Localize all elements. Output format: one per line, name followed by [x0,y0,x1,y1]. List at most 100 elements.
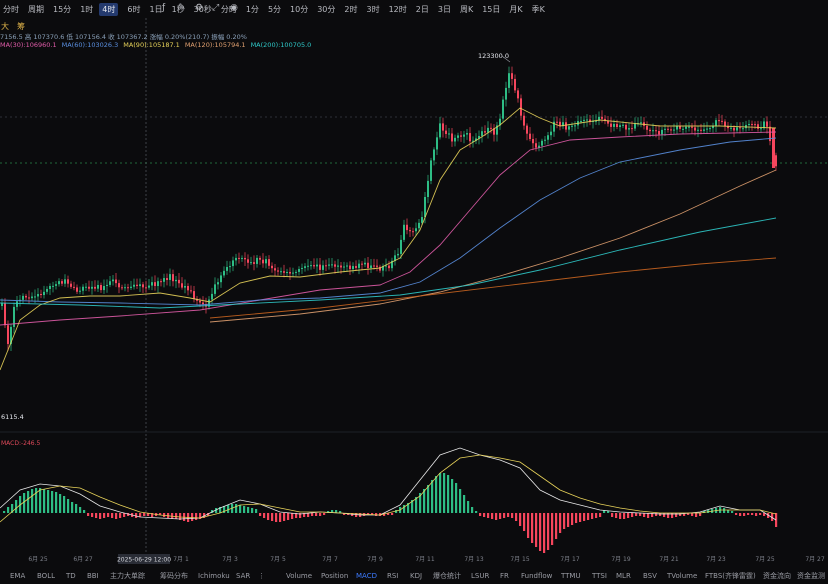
drawing-icon[interactable]: ✎ [178,3,186,13]
indicator-right-5[interactable]: 爆仓统计 [433,571,461,581]
x-tick-3: 7月 3 [222,556,238,563]
candle-body [403,224,405,240]
candle-body [217,282,219,285]
candle-body [469,133,471,142]
indicator-left-5[interactable]: 筹码分布 [160,571,188,581]
chart-canvas[interactable]: 123300.06115.4MACD:-246.56月 25 6月 27 7月 17… [0,0,828,584]
candle-body [367,262,369,268]
timeframe-19[interactable]: 周K [460,4,473,15]
indicator-left-6[interactable]: Ichimoku [198,572,230,580]
candle-body [700,129,702,131]
candle-body [601,116,603,119]
side-button-chips[interactable]: 筹 [17,21,25,32]
candle-body [640,122,642,124]
timeframe-5[interactable]: 6时 [127,4,140,15]
macd-bar [119,513,122,518]
candle-body [628,128,630,130]
timeframe-11[interactable]: 5分 [268,4,281,15]
timeframe-4[interactable]: 4时 [99,2,119,16]
indicator-right-4[interactable]: KDJ [410,572,422,580]
candle-body [505,87,507,100]
indicator-left-0[interactable]: EMA [10,572,25,580]
fullscreen-icon[interactable]: ⤢ [212,3,219,13]
timeframe-16[interactable]: 12时 [389,4,407,15]
macd-bar [583,513,586,521]
macd-bar [439,473,442,513]
x-tick-13: 7月 23 [706,556,726,563]
indicator-right-15[interactable]: 资金流向 [763,571,791,581]
timeframe-18[interactable]: 3日 [438,4,451,15]
macd-bar [555,513,558,539]
indicator-right-2[interactable]: MACD [356,572,377,580]
timeframe-22[interactable]: 季K [532,4,545,15]
indicator-right-13[interactable]: TVolume [667,572,697,580]
macd-bar [235,504,238,513]
candle-body [733,127,735,131]
indicator-right-7[interactable]: FR [500,572,509,580]
indicator-right-9[interactable]: TTMU [561,572,581,580]
timeframe-1[interactable]: 周期 [28,4,44,15]
candle-body [322,265,324,270]
indicator-left-3[interactable]: BBI [87,572,99,580]
candle-body [418,222,420,229]
candle-body [190,290,192,292]
timeframe-3[interactable]: 1时 [80,4,93,15]
candle-body [241,257,243,259]
candle-body [265,259,267,264]
timeframe-toolbar: 分时 周期 15分 1时 4时 6时 1日 1秒 30秒 分时 1分 5分 10分 30分 2时 3时 12时 2… [0,0,828,18]
candle-body [130,286,132,288]
candle-body [103,285,105,291]
indicator-right-6[interactable]: LSUR [471,572,489,580]
timeframe-17[interactable]: 2日 [416,4,429,15]
candle-body [43,291,45,296]
indicator-left-4[interactable]: 主力大单踪 [110,571,145,581]
candle-body [652,130,654,132]
macd-bar [47,490,50,513]
timeframe-10[interactable]: 1分 [246,4,259,15]
x-tick-1: 6月 27 [73,556,93,563]
side-button-big[interactable]: 大 [1,21,9,32]
timeframe-20[interactable]: 15日 [482,4,500,15]
indicator-right-10[interactable]: TTSI [592,572,607,580]
timeframe-21[interactable]: 月K [509,4,522,15]
camera-icon[interactable]: ◉ [230,3,238,13]
indicator-left-7[interactable]: SAR [236,572,250,580]
indicator-right-14[interactable]: FTBS(齐锋雷霆) [705,571,756,581]
candle-body [424,197,426,218]
timeframe-12[interactable]: 10分 [290,4,308,15]
macd-bar [99,513,102,519]
ma-legend-item-1: MA(60):103026.3 [61,41,119,49]
candle-body [436,137,438,150]
macd-bar [259,513,262,516]
timeframe-0[interactable]: 分时 [3,4,19,15]
candle-body [754,124,756,126]
indicator-right-3[interactable]: RSI [387,572,398,580]
macd-bar [291,513,294,519]
macd-bar [579,513,582,522]
timeframe-14[interactable]: 2时 [344,4,357,15]
candle-body [127,287,129,289]
timeframe-15[interactable]: 3时 [367,4,380,15]
macd-bar [103,513,106,518]
indicator-right-12[interactable]: BSV [643,572,657,580]
settings-icon[interactable]: ⚙ [195,3,203,13]
timeframe-6[interactable]: 1日 [149,4,162,15]
indicator-icon[interactable]: ƒ [162,3,165,13]
timeframe-13[interactable]: 30分 [317,4,335,15]
candle-body [517,90,519,99]
indicator-right-1[interactable]: Position [321,572,348,580]
indicator-right-8[interactable]: Fundflow [521,572,552,580]
candle-body [274,268,276,271]
macd-bar [495,513,498,520]
indicator-right-16[interactable]: 资金监测 [797,571,825,581]
macd-bar [587,513,590,520]
timeframe-2[interactable]: 15分 [53,4,71,15]
indicator-right-0[interactable]: Volume [286,572,312,580]
candle-body [355,266,357,268]
indicator-left-1[interactable]: BOLL [37,572,55,580]
candle-body [694,127,696,131]
macd-bar [599,513,602,517]
indicator-left-2[interactable]: TD [66,572,76,580]
indicator-right-11[interactable]: MLR [616,572,631,580]
indicator-left-8[interactable]: ⋮ [258,572,265,580]
